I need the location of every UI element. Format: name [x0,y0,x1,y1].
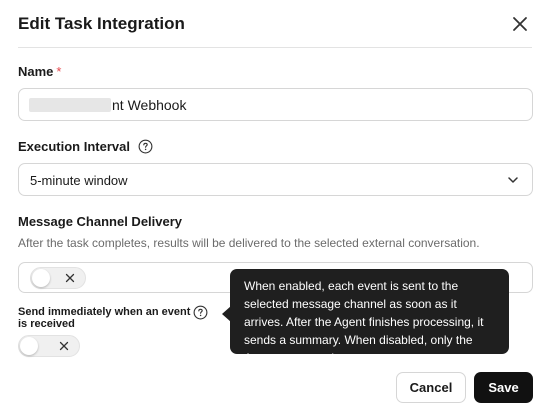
message-channel-toggle[interactable] [30,267,86,289]
question-circle-icon[interactable] [138,139,153,154]
name-label: Name * [18,64,61,79]
save-button[interactable]: Save [474,372,533,403]
execution-interval-label: Execution Interval [18,139,153,154]
send-immediately-toggle[interactable] [18,335,80,357]
x-icon [65,273,75,283]
header-divider [18,47,532,48]
x-icon [59,341,69,351]
execution-interval-label-text: Execution Interval [18,139,130,154]
name-label-text: Name [18,64,54,79]
required-mark: * [56,64,62,79]
name-input-value: nt Webhook [112,97,187,113]
dialog-header: Edit Task Integration [18,12,532,36]
name-input[interactable]: nt Webhook [18,88,533,121]
message-channel-label: Message Channel Delivery [18,214,183,229]
execution-interval-select[interactable]: 5-minute window [18,163,533,196]
redacted-text [29,98,111,112]
toggle-knob [32,269,50,287]
dialog-title: Edit Task Integration [18,14,185,33]
close-icon[interactable] [510,14,530,34]
chevron-down-icon [506,173,520,187]
edit-task-integration-dialog: Edit Task Integration Name * nt Webhook E… [0,0,550,416]
help-tooltip: When enabled, each event is sent to the … [230,269,509,365]
send-immediately-label: Send immediately when an event is receiv… [18,306,191,330]
message-channel-description: After the task completes, results will b… [18,236,480,250]
execution-interval-value: 5-minute window [30,173,128,188]
toggle-knob [20,337,38,355]
question-circle-icon[interactable] [193,305,208,320]
cancel-button[interactable]: Cancel [396,372,466,403]
